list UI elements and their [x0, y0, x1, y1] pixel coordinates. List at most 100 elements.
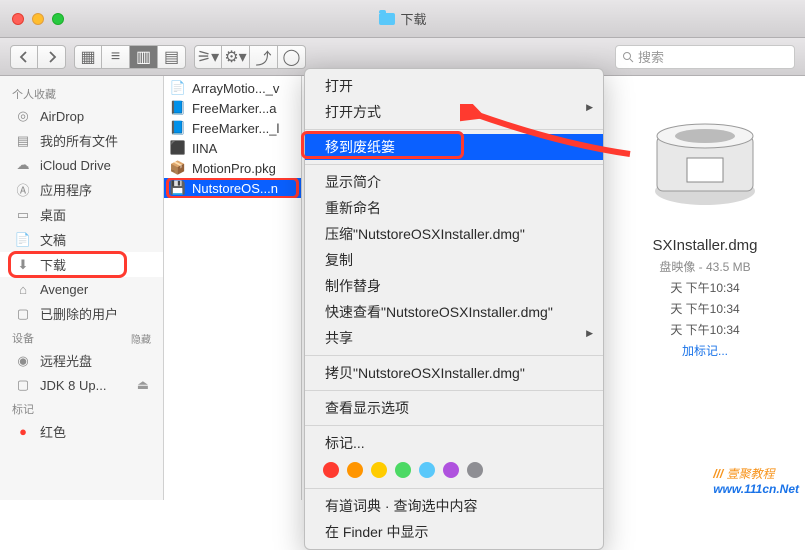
forward-button[interactable]: [38, 45, 66, 69]
tags-header: 标记: [0, 397, 163, 419]
ctx-alias[interactable]: 制作替身: [305, 273, 603, 299]
apps-icon: Ⓐ: [14, 181, 32, 199]
ctx-share[interactable]: 共享: [305, 325, 603, 351]
ctx-quicklook[interactable]: 快速查看"NutstoreOSXInstaller.dmg": [305, 299, 603, 325]
file-item-selected[interactable]: 💾NutstoreOS...n: [164, 178, 301, 198]
tag-dot-icon: ●: [14, 423, 32, 441]
file-item[interactable]: 📦MotionPro.pkg: [164, 158, 301, 178]
file-item[interactable]: 📄ArrayMotio..._v: [164, 78, 301, 98]
sidebar-item-desktop[interactable]: ▭桌面: [0, 202, 163, 227]
search-placeholder: 搜索: [638, 47, 664, 66]
ctx-trash[interactable]: 移到废纸篓: [305, 134, 603, 160]
sidebar-item-avenger[interactable]: ⌂Avenger: [0, 277, 163, 301]
zoom-icon[interactable]: [52, 13, 64, 25]
file-item[interactable]: ⬛IINA: [164, 138, 301, 158]
tag-blue[interactable]: [419, 462, 435, 478]
search-icon: [622, 51, 634, 63]
back-button[interactable]: [10, 45, 38, 69]
preview-pane: SXInstaller.dmg 盘映像 - 43.5 MB 天 下午10:34 …: [605, 76, 805, 369]
ctx-dict[interactable]: 有道词典 · 查询选中内容: [305, 493, 603, 519]
tag-purple[interactable]: [443, 462, 459, 478]
sidebar-item-jdk[interactable]: ▢JDK 8 Up...⏏: [0, 373, 163, 397]
airdrop-icon: ◎: [14, 107, 32, 125]
favorites-header: 个人收藏: [0, 82, 163, 104]
action-button[interactable]: ⚙▾: [222, 45, 250, 69]
file-item[interactable]: 📘FreeMarker...a: [164, 98, 301, 118]
tag-gray[interactable]: [467, 462, 483, 478]
ctx-getinfo[interactable]: 显示简介: [305, 169, 603, 195]
preview-addtag[interactable]: 加标记...: [615, 342, 795, 359]
separator: [305, 390, 603, 391]
file-icon: 📘: [170, 100, 186, 116]
tags-button[interactable]: ◯: [278, 45, 306, 69]
sidebar: 个人收藏 ◎AirDrop ▤我的所有文件 ☁iCloud Drive Ⓐ应用程…: [0, 76, 164, 500]
ctx-tags-label: 标记...: [305, 430, 603, 456]
ctx-viewopts[interactable]: 查看显示选项: [305, 395, 603, 421]
list-view-button[interactable]: ≡: [102, 45, 130, 69]
sidebar-item-allfiles[interactable]: ▤我的所有文件: [0, 128, 163, 153]
share-button[interactable]: ⤴: [250, 45, 278, 69]
sidebar-item-deleted[interactable]: ▢已删除的用户: [0, 301, 163, 326]
window-title: 下载: [378, 9, 426, 28]
allfiles-icon: ▤: [14, 132, 32, 150]
gallery-view-button[interactable]: ▤: [158, 45, 186, 69]
minimize-icon[interactable]: [32, 13, 44, 25]
preview-time2: 天 下午10:34: [615, 300, 795, 317]
sidebar-item-remotedisc[interactable]: ◉远程光盘: [0, 348, 163, 373]
close-icon[interactable]: [12, 13, 24, 25]
downloads-icon: ⬇: [14, 256, 32, 274]
arrange-group: ⚞▾ ⚙▾ ⤴ ◯: [194, 45, 306, 69]
eject-icon[interactable]: ⏏: [137, 377, 149, 393]
window-controls: [12, 13, 64, 25]
documents-icon: 📄: [14, 231, 32, 249]
tag-green[interactable]: [395, 462, 411, 478]
cloud-icon: ☁: [14, 156, 32, 174]
folder-icon: [378, 13, 394, 25]
ctx-duplicate[interactable]: 复制: [305, 247, 603, 273]
sidebar-item-downloads[interactable]: ⬇下载: [0, 252, 163, 277]
separator: [305, 129, 603, 130]
ctx-copy[interactable]: 拷贝"NutstoreOSXInstaller.dmg": [305, 360, 603, 386]
preview-time1: 天 下午10:34: [615, 279, 795, 296]
preview-kind: 盘映像 - 43.5 MB: [615, 258, 795, 275]
icon-view-button[interactable]: ▦: [74, 45, 102, 69]
separator: [305, 425, 603, 426]
titlebar: 下载: [0, 0, 805, 38]
disk-image-icon: [645, 96, 765, 216]
arrange-button[interactable]: ⚞▾: [194, 45, 222, 69]
sidebar-item-airdrop[interactable]: ◎AirDrop: [0, 104, 163, 128]
tag-red[interactable]: [323, 462, 339, 478]
ctx-open[interactable]: 打开: [305, 73, 603, 99]
ctx-reveal[interactable]: 在 Finder 中显示: [305, 519, 603, 545]
app-icon: ⬛: [170, 140, 186, 156]
watermark: /// 壹聚教程 www.111cn.Net: [713, 465, 799, 496]
disk-icon: ▢: [14, 376, 32, 394]
folder-icon: ▢: [14, 305, 32, 323]
ctx-rename[interactable]: 重新命名: [305, 195, 603, 221]
preview-time3: 天 下午10:34: [615, 321, 795, 338]
hide-button[interactable]: 隐藏: [131, 331, 151, 346]
ctx-tag-colors: [305, 456, 603, 484]
file-column: 📄ArrayMotio..._v 📘FreeMarker...a 📘FreeMa…: [164, 76, 302, 500]
home-icon: ⌂: [14, 280, 32, 298]
nav-buttons: [10, 45, 66, 69]
file-item[interactable]: 📘FreeMarker..._l: [164, 118, 301, 138]
separator: [305, 164, 603, 165]
search-input[interactable]: 搜索: [615, 45, 795, 69]
dmg-icon: 💾: [170, 180, 186, 196]
sidebar-item-documents[interactable]: 📄文稿: [0, 227, 163, 252]
file-icon: 📄: [170, 80, 186, 96]
sidebar-item-apps[interactable]: Ⓐ应用程序: [0, 177, 163, 202]
sidebar-item-icloud[interactable]: ☁iCloud Drive: [0, 153, 163, 177]
file-icon: 📘: [170, 120, 186, 136]
disc-icon: ◉: [14, 352, 32, 370]
separator: [305, 488, 603, 489]
separator: [305, 355, 603, 356]
ctx-openwith[interactable]: 打开方式: [305, 99, 603, 125]
sidebar-tag-red[interactable]: ●红色: [0, 419, 163, 444]
tag-orange[interactable]: [347, 462, 363, 478]
view-switcher: ▦ ≡ ▥ ▤: [74, 45, 186, 69]
tag-yellow[interactable]: [371, 462, 387, 478]
column-view-button[interactable]: ▥: [130, 45, 158, 69]
ctx-compress[interactable]: 压缩"NutstoreOSXInstaller.dmg": [305, 221, 603, 247]
